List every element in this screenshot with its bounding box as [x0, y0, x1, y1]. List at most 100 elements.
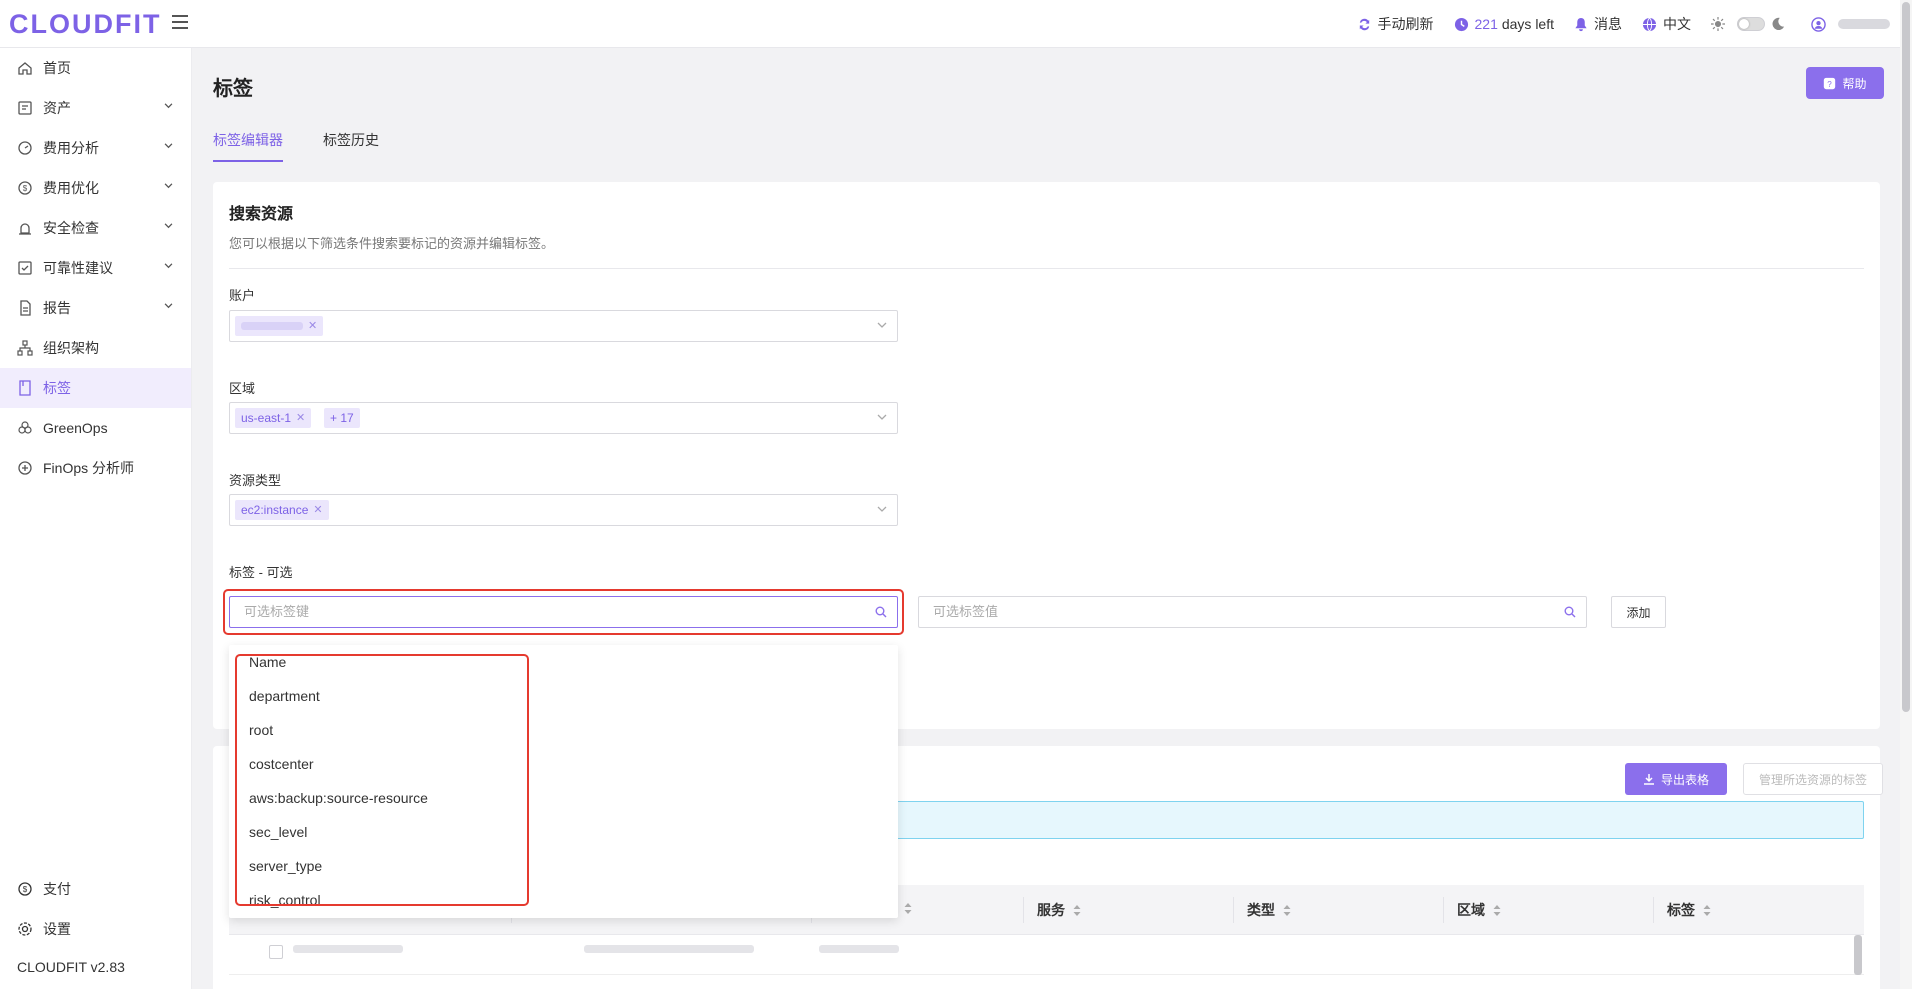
refresh-label: 手动刷新	[1377, 16, 1434, 32]
user-menu[interactable]	[1811, 16, 1890, 32]
cloudfit-logo[interactable]: CLOUDFIT	[9, 9, 161, 40]
sidebar-nav: 首页资产费用分析 $ 费用优化安全检查 可靠性建议 报告 组织架构 标签 GreenOps Fi…	[0, 48, 191, 488]
chevron-down-icon	[164, 303, 173, 309]
page-scrollbar[interactable]	[1900, 0, 1912, 989]
tab-tag-history[interactable]: 标签历史	[323, 130, 379, 162]
column-header[interactable]: 区域	[1457, 900, 1501, 920]
org-icon	[17, 340, 33, 356]
sidebar-item-org[interactable]: 组织架构	[0, 328, 191, 368]
sidebar-item-analyst[interactable]: FinOps 分析师	[0, 448, 191, 488]
account-chip-masked	[241, 322, 303, 330]
bell-icon	[1575, 17, 1587, 31]
search-icon	[1564, 606, 1576, 618]
remove-account-icon[interactable]: ✕	[308, 316, 317, 336]
export-label: 导出表格	[1660, 772, 1709, 787]
sidebar-item-label: 资产	[43, 100, 71, 116]
chevron-down-icon	[877, 506, 887, 512]
tab-tag-editor[interactable]: 标签编辑器	[213, 130, 283, 162]
menu-toggle-icon[interactable]	[172, 15, 188, 30]
sort-icon	[904, 902, 912, 914]
column-header-label: 类型	[1247, 902, 1275, 918]
chevron-down-icon	[877, 414, 887, 420]
column-header-label: 标签	[1667, 902, 1695, 918]
column-separator[interactable]	[1023, 897, 1024, 923]
moon-icon	[1772, 17, 1785, 31]
alarm-icon	[19, 223, 31, 235]
tag-value-placeholder: 可选标签值	[933, 604, 999, 619]
dollar-icon: $	[18, 181, 32, 195]
tabs: 标签编辑器 标签历史	[213, 130, 419, 162]
remove-region-icon[interactable]: ✕	[296, 408, 305, 428]
remove-resource-type-icon[interactable]: ✕	[313, 500, 322, 520]
page-scrollbar-thumb[interactable]	[1902, 2, 1910, 712]
gauge-icon	[18, 141, 32, 155]
language-switch[interactable]: 中文	[1642, 14, 1691, 34]
region-chip-label: us-east-1	[241, 411, 292, 425]
sidebar-item-tag[interactable]: 标签	[0, 368, 191, 408]
messages-label: 消息	[1594, 16, 1622, 32]
table-scrollbar[interactable]	[1854, 935, 1862, 975]
clock-icon	[1454, 17, 1468, 31]
svg-text:?: ?	[1828, 79, 1833, 88]
sidebar-item-home[interactable]: 首页	[0, 48, 191, 88]
help-button[interactable]: ? 帮助	[1806, 67, 1884, 99]
sidebar-item-label: FinOps 分析师	[43, 460, 135, 476]
manual-refresh-button[interactable]: 手动刷新	[1357, 14, 1434, 34]
messages-button[interactable]: 消息	[1574, 14, 1622, 34]
sidebar-item-settings[interactable]: 设置	[0, 909, 192, 949]
reliability-icon	[18, 261, 32, 275]
export-table-button[interactable]: 导出表格	[1625, 763, 1727, 795]
sidebar-item-alarm[interactable]: 安全检查	[0, 208, 191, 248]
column-separator[interactable]	[1653, 897, 1654, 923]
chevron-down-icon	[877, 322, 887, 328]
asset-icon	[18, 101, 32, 115]
theme-toggle[interactable]	[1737, 17, 1765, 31]
sidebar-item-reliability[interactable]: 可靠性建议	[0, 248, 191, 288]
page-title: 标签	[213, 78, 253, 100]
chevron-down-icon	[164, 183, 173, 189]
sidebar-item-label: GreenOps	[43, 420, 108, 436]
resource-type-select[interactable]: ec2:instance ✕	[229, 494, 898, 526]
sidebar-item-gauge[interactable]: 费用分析	[0, 128, 191, 168]
table-row[interactable]	[229, 935, 1864, 975]
tag-optional-label: 标签 - 可选	[229, 565, 293, 580]
top-header: CLOUDFIT 手动刷新 221 days left 消息 中文	[0, 0, 1900, 48]
download-icon	[1643, 774, 1654, 785]
column-separator[interactable]	[1233, 897, 1234, 923]
report-icon	[20, 300, 31, 316]
sidebar-item-label: 支付	[43, 881, 71, 897]
sidebar-item-label: 费用优化	[43, 180, 99, 196]
user-name-masked	[1838, 19, 1890, 29]
sidebar-item-report[interactable]: 报告	[0, 288, 191, 328]
column-header[interactable]: 类型	[1247, 900, 1291, 920]
row-account-masked	[293, 945, 403, 953]
tag-value-input[interactable]: 可选标签值	[918, 596, 1587, 628]
manage-tags-button[interactable]: 管理所选资源的标签	[1743, 763, 1883, 795]
user-icon	[1811, 16, 1826, 32]
account-select[interactable]: ✕	[229, 310, 898, 342]
theme-switch[interactable]	[1711, 17, 1791, 31]
sort-icon	[1073, 904, 1081, 916]
resource-type-chip: ec2:instance ✕	[235, 500, 329, 520]
add-tag-button[interactable]: 添加	[1611, 596, 1666, 628]
column-separator[interactable]	[1443, 897, 1444, 923]
sidebar-item-payment[interactable]: $ 支付	[0, 869, 192, 909]
payment-icon: $	[18, 882, 32, 896]
sidebar-item-leaf[interactable]: GreenOps	[0, 408, 191, 448]
column-header-label: 区域	[1457, 902, 1485, 918]
chevron-down-icon	[164, 103, 173, 109]
sidebar-item-dollar[interactable]: $ 费用优化	[0, 168, 191, 208]
sidebar-item-asset[interactable]: 资产	[0, 88, 191, 128]
tag-icon	[19, 380, 31, 396]
row-checkbox[interactable]	[269, 945, 283, 959]
column-header[interactable]: 标签	[1667, 900, 1711, 920]
chevron-down-icon	[164, 143, 173, 149]
sidebar-item-label: 费用分析	[43, 140, 99, 156]
days-count: 221	[1474, 16, 1498, 32]
column-header[interactable]: 服务	[1037, 900, 1081, 920]
svg-text:$: $	[23, 184, 28, 193]
tag-key-input[interactable]: 可选标签键	[229, 596, 898, 628]
region-more-label: + 17	[330, 411, 354, 425]
refresh-icon	[1359, 18, 1369, 30]
region-select[interactable]: us-east-1 ✕ + 17	[229, 402, 898, 434]
